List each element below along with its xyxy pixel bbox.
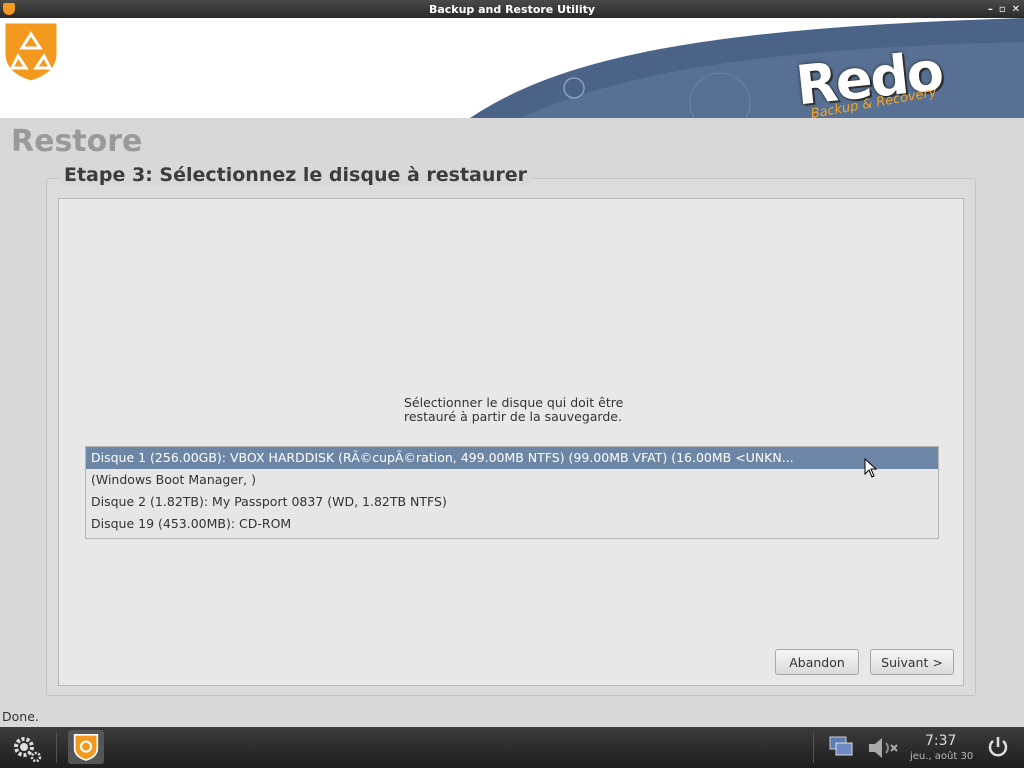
- close-icon[interactable]: ✕: [1012, 4, 1020, 15]
- taskbar-separator: [813, 733, 814, 763]
- page-title: Restore: [11, 124, 143, 159]
- power-icon[interactable]: [986, 735, 1010, 759]
- disk-list-item[interactable]: (Windows Boot Manager, ): [86, 469, 938, 491]
- clock-time[interactable]: 7:37: [925, 733, 956, 749]
- header-banner: Redo Backup & Recovery: [0, 18, 1024, 118]
- app-icon: [3, 3, 15, 15]
- disk-list-item[interactable]: Disque 2 (1.82TB): My Passport 0837 (WD,…: [86, 491, 938, 513]
- redo-taskbar-button[interactable]: [68, 730, 104, 764]
- content-panel: [58, 198, 964, 686]
- next-button[interactable]: Suivant >: [870, 649, 954, 675]
- step-title: Etape 3: Sélectionnez le disque à restau…: [60, 164, 532, 186]
- disk-list-item[interactable]: Disque 1 (256.00GB): VBOX HARDDISK (RÃ©c…: [86, 447, 938, 469]
- mouse-cursor-icon: [864, 458, 878, 478]
- status-text: Done.: [2, 709, 39, 724]
- taskbar: [0, 727, 1024, 768]
- network-icon[interactable]: [828, 735, 854, 759]
- clock-date: jeu., août 30: [910, 751, 974, 762]
- abandon-button[interactable]: Abandon: [775, 649, 859, 675]
- settings-gear-icon[interactable]: [10, 733, 42, 763]
- redo-app-icon: [73, 734, 99, 761]
- taskbar-separator: [56, 733, 57, 763]
- minimize-icon[interactable]: –: [988, 4, 993, 15]
- disk-list[interactable]: Disque 1 (256.00GB): VBOX HARDDISK (RÃ©c…: [85, 446, 939, 539]
- instruction-text: Sélectionner le disque qui doit être res…: [404, 395, 624, 424]
- recycle-logo-icon: [2, 20, 60, 84]
- maximize-icon[interactable]: ▫: [999, 4, 1006, 15]
- disk-list-item[interactable]: Disque 19 (453.00MB): CD-ROM: [86, 513, 938, 535]
- volume-muted-icon[interactable]: [866, 735, 900, 761]
- window-title-bar: Backup and Restore Utility – ▫ ✕: [0, 0, 1024, 18]
- window-title: Backup and Restore Utility: [428, 2, 596, 16]
